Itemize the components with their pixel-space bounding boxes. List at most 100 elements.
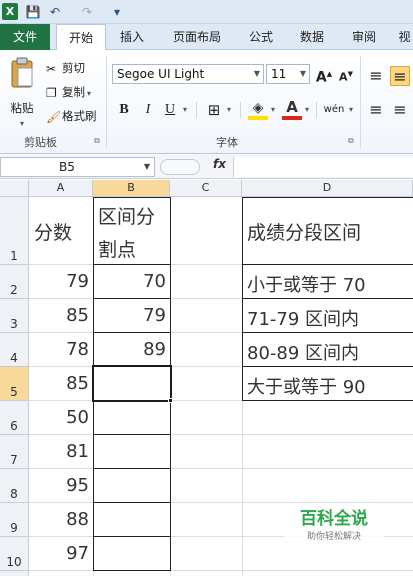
tab-view[interactable]: 视 [396,24,413,50]
column-header-b[interactable]: B [93,180,170,197]
selected-cell-b5[interactable] [92,365,172,402]
cell-b3[interactable]: 79 [93,305,170,326]
row-header-8[interactable]: 8 [0,469,29,503]
font-size-combo[interactable]: 11 ▼ [266,64,310,84]
paste-dropdown-icon[interactable]: ▾ [6,116,38,132]
row-header-6[interactable]: 6 [0,401,29,435]
tab-data[interactable]: 数据 [290,24,334,50]
cell-b1-line1[interactable]: 区间分 [93,202,170,229]
formula-bar: B5 ▼ fx [0,155,413,179]
redo-icon[interactable]: ↷ [78,3,96,21]
shrink-font-label: A [339,70,348,84]
formula-bar-resize-handle[interactable] [160,159,200,175]
group-separator [106,56,107,148]
cell-b2[interactable]: 70 [93,271,170,292]
cell-border [93,468,171,469]
phonetic-guide-button[interactable]: wén [322,100,346,120]
name-box[interactable]: B5 ▼ [0,157,155,177]
row-header-3[interactable]: 3 [0,299,29,333]
cell-a10[interactable]: 97 [29,543,93,564]
cell-a7[interactable]: 81 [29,441,93,462]
customize-toolbar-icon[interactable]: ▾ [110,3,124,21]
column-header-a[interactable]: A [29,180,93,197]
cell-a9[interactable]: 88 [29,509,93,530]
font-name-combo[interactable]: Segoe UI Light ▼ [112,64,264,84]
cell-a1[interactable]: 分数 [29,218,93,245]
copy-dropdown-icon[interactable]: ▾ [87,89,91,98]
row-header-7[interactable]: 7 [0,435,29,469]
italic-button[interactable]: I [138,100,158,120]
font-color-button[interactable]: A [282,98,302,120]
cell-a8[interactable]: 95 [29,475,93,496]
cell-a5[interactable]: 85 [29,373,93,394]
top-align-button[interactable]: ≡ [366,66,386,86]
separator [316,102,317,118]
font-group-label: 字体 [216,136,238,149]
row-header-4[interactable]: 4 [0,333,29,367]
select-all-corner[interactable] [0,180,29,197]
paste-icon [11,57,33,88]
gridline [29,434,413,435]
tab-insert[interactable]: 插入 [110,24,154,50]
fill-handle[interactable] [168,398,173,403]
cell-d2[interactable]: 小于或等于 70 [242,271,413,297]
shrink-font-button[interactable]: A▼ [336,64,356,84]
row-number: 5 [10,385,18,399]
border-button[interactable]: ⊞ [204,100,224,120]
undo-icon[interactable]: ↶ [46,3,64,21]
row-header-10[interactable]: 10 [0,537,29,571]
cell-border [93,298,171,299]
grow-font-button[interactable]: A▲ [314,64,334,86]
brush-icon: 🖌 [46,109,62,124]
tab-review[interactable]: 审阅 [342,24,386,50]
group-separator [360,56,361,148]
format-painter-button[interactable]: 🖌格式刷 [46,108,97,124]
fill-color-dropdown-icon[interactable]: ▾ [268,100,278,120]
copy-button[interactable]: ❐ 复制 ▾ [46,84,91,102]
formula-input[interactable] [233,157,413,177]
underline-dropdown-icon[interactable]: ▾ [180,100,190,120]
cell-b4[interactable]: 89 [93,339,170,360]
cell-b1-line2[interactable]: 割点 [93,235,170,262]
cell-a6[interactable]: 50 [29,407,93,428]
row-header-11[interactable] [0,571,29,576]
cut-button[interactable]: ✂ 剪切 [46,60,85,76]
cell-d1[interactable]: 成绩分段区间 [242,218,413,245]
middle-align-button[interactable]: ≡ [390,66,410,86]
paste-button[interactable]: 粘贴 ▾ [6,56,38,128]
fill-color-button[interactable]: ◈ [248,98,268,120]
row-header-5[interactable]: 5 [0,367,29,401]
phonetic-dropdown-icon[interactable]: ▾ [346,100,356,120]
row-header-1[interactable]: 1 [0,197,29,265]
tab-home[interactable]: 开始 [56,24,106,51]
align-left-button[interactable]: ≡ [366,100,386,120]
row-header-2[interactable]: 2 [0,265,29,299]
underline-button[interactable]: U [160,100,180,120]
clipboard-group-label: 剪贴板 [24,136,57,149]
paste-label: 粘贴 [10,101,34,115]
cell-a3[interactable]: 85 [29,305,93,326]
ribbon-tabs: 文件 开始 插入 页面布局 公式 数据 审阅 视 [0,24,413,51]
align-center-button[interactable]: ≡ [390,100,410,120]
clipboard-launcher-icon[interactable]: ⧉ [94,136,100,146]
bold-button[interactable]: B [114,100,134,120]
column-header-c[interactable]: C [170,180,242,197]
cell-d3[interactable]: 71-79 区间内 [242,305,413,331]
tab-file[interactable]: 文件 [0,24,50,50]
cell-d5[interactable]: 大于或等于 90 [242,373,413,399]
cell-a2[interactable]: 79 [29,271,93,292]
border-dropdown-icon[interactable]: ▾ [224,100,234,120]
grow-font-label: A [315,69,327,86]
font-launcher-icon[interactable]: ⧉ [348,136,354,146]
cell-border [93,434,171,435]
save-icon[interactable]: 💾 [24,3,42,21]
font-color-dropdown-icon[interactable]: ▾ [302,100,312,120]
cell-d4[interactable]: 80-89 区间内 [242,339,413,365]
separator [240,102,241,118]
insert-function-icon[interactable]: fx [213,157,226,171]
cell-a4[interactable]: 78 [29,339,93,360]
tab-page-layout[interactable]: 页面布局 [162,24,232,50]
tab-formulas[interactable]: 公式 [240,24,282,50]
column-header-d[interactable]: D [242,180,413,197]
row-header-9[interactable]: 9 [0,503,29,537]
